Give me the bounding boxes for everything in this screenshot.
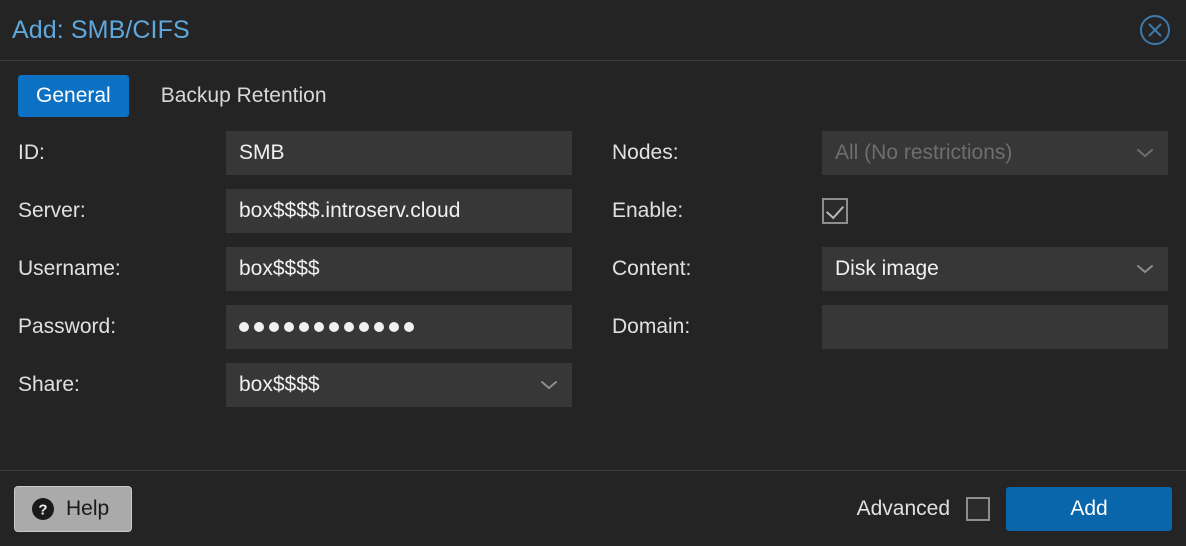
password-label: Password: xyxy=(18,315,226,339)
form-row-id: ID: SMB xyxy=(18,131,572,175)
id-label: ID: xyxy=(18,141,226,165)
dialog-footer: ? Help Advanced Add xyxy=(0,470,1186,546)
help-button-label: Help xyxy=(66,497,109,521)
form-row-username: Username: box$$$$ xyxy=(18,247,572,291)
server-label: Server: xyxy=(18,199,226,223)
server-input[interactable]: box$$$$.introserv.cloud xyxy=(226,189,572,233)
chevron-down-icon xyxy=(1136,148,1154,158)
tab-general[interactable]: General xyxy=(18,75,129,117)
footer-actions: Advanced Add xyxy=(857,487,1172,531)
password-input[interactable] xyxy=(226,305,572,349)
add-smb-cifs-dialog: Add: SMB/CIFS General Backup Retention I… xyxy=(0,0,1186,546)
server-input-value: box$$$$.introserv.cloud xyxy=(226,199,460,223)
domain-input[interactable] xyxy=(822,305,1168,349)
share-label: Share: xyxy=(18,373,226,397)
chevron-down-icon xyxy=(1136,264,1154,274)
content-label: Content: xyxy=(612,257,822,281)
question-circle-icon: ? xyxy=(31,497,55,521)
share-select[interactable]: box$$$$ xyxy=(226,363,572,407)
advanced-checkbox[interactable] xyxy=(966,497,990,521)
content-select[interactable]: Disk image xyxy=(822,247,1168,291)
form-column-left: ID: SMB Server: box$$$$.introserv.cloud … xyxy=(18,131,572,421)
username-label: Username: xyxy=(18,257,226,281)
form-row-nodes: Nodes: All (No restrictions) xyxy=(612,131,1168,175)
page-title: Add: SMB/CIFS xyxy=(0,16,190,45)
form-column-right: Nodes: All (No restrictions) Enable: Con… xyxy=(612,131,1168,363)
content-select-value: Disk image xyxy=(822,257,939,281)
add-button[interactable]: Add xyxy=(1006,487,1172,531)
form-row-server: Server: box$$$$.introserv.cloud xyxy=(18,189,572,233)
id-input[interactable]: SMB xyxy=(226,131,572,175)
share-select-value: box$$$$ xyxy=(226,373,320,397)
password-masked-value xyxy=(226,322,414,332)
form-row-share: Share: box$$$$ xyxy=(18,363,572,407)
id-input-value: SMB xyxy=(226,141,285,165)
chevron-down-icon xyxy=(540,380,558,390)
advanced-label: Advanced xyxy=(857,497,950,521)
nodes-label: Nodes: xyxy=(612,141,822,165)
tab-bar: General Backup Retention xyxy=(0,61,1186,131)
form-body: ID: SMB Server: box$$$$.introserv.cloud … xyxy=(0,131,1186,470)
enable-label: Enable: xyxy=(612,199,822,223)
username-input-value: box$$$$ xyxy=(226,257,320,281)
nodes-select[interactable]: All (No restrictions) xyxy=(822,131,1168,175)
help-button[interactable]: ? Help xyxy=(14,486,132,532)
tab-backup-retention[interactable]: Backup Retention xyxy=(143,75,345,117)
form-row-content: Content: Disk image xyxy=(612,247,1168,291)
svg-text:?: ? xyxy=(38,501,47,518)
dialog-header: Add: SMB/CIFS xyxy=(0,0,1186,61)
form-row-enable: Enable: xyxy=(612,189,1168,233)
form-row-domain: Domain: xyxy=(612,305,1168,349)
enable-checkbox[interactable] xyxy=(822,198,848,224)
close-icon[interactable] xyxy=(1138,13,1172,47)
form-row-password: Password: xyxy=(18,305,572,349)
username-input[interactable]: box$$$$ xyxy=(226,247,572,291)
nodes-select-value: All (No restrictions) xyxy=(822,141,1012,165)
domain-label: Domain: xyxy=(612,315,822,339)
